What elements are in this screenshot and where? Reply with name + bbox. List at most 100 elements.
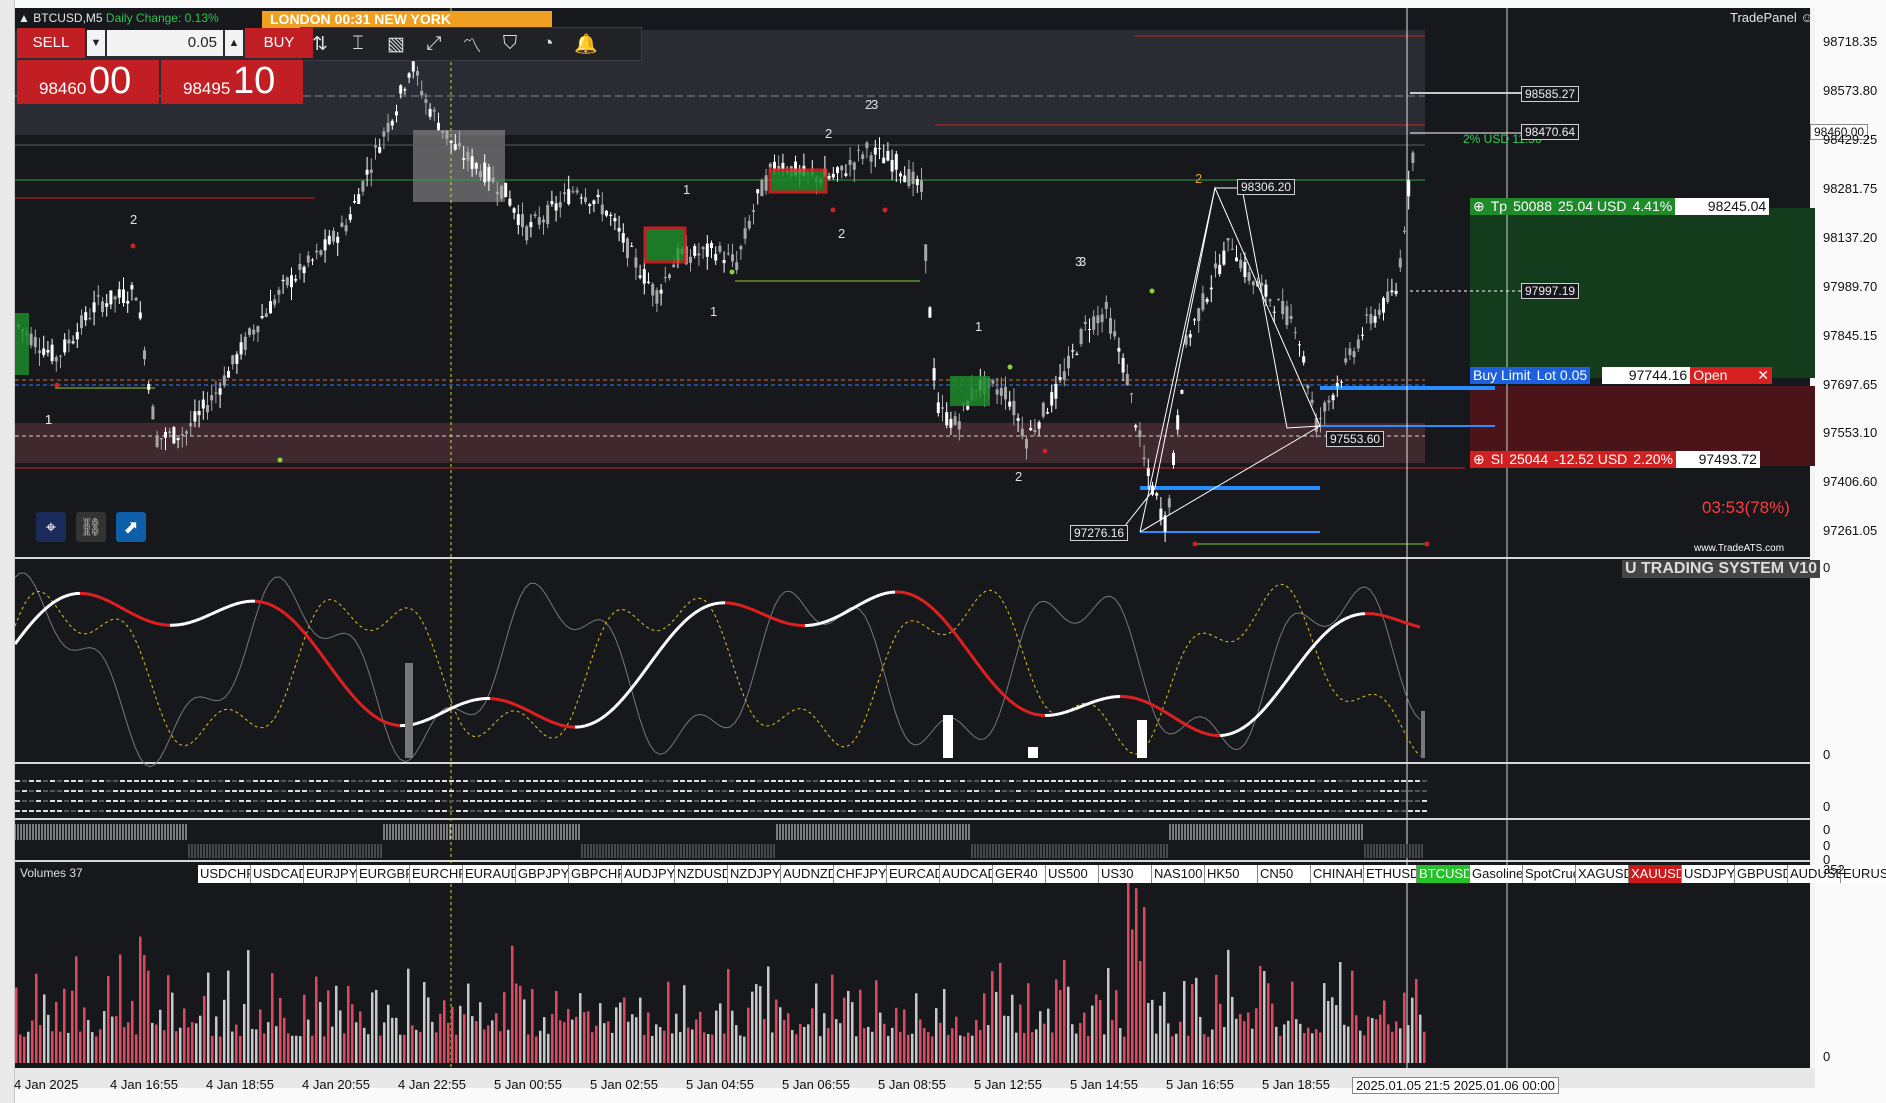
oscillator-main (709, 602, 716, 607)
symbol-tab-usdcad[interactable]: USDCAD (251, 865, 304, 883)
trend-icon[interactable]: ⤢ (415, 28, 453, 60)
symbol-tab-us500[interactable]: US500 (1046, 865, 1099, 883)
take-profit-line[interactable]: ⊕ Tp 50088 25.04 USD 4.41% 98245.04 (1470, 198, 1770, 215)
buy-limit-price[interactable]: 97744.16 (1602, 367, 1691, 384)
oscillator-main (1174, 716, 1181, 723)
symbol-tab-eurusd[interactable]: EURUSD (1841, 865, 1886, 883)
hatch-icon[interactable]: ▧ (377, 28, 415, 60)
symbol-tab-eurchf[interactable]: EURCHF (410, 865, 463, 883)
candle-body (1134, 425, 1138, 428)
symbol-tab-cn50[interactable]: CN50 (1258, 865, 1311, 883)
tradepanel-link[interactable]: TradePanel ☺ (1730, 10, 1814, 25)
sl-icon[interactable]: ⊕ (1470, 451, 1488, 468)
oscillator-main (589, 720, 596, 726)
oscillator-main (1029, 711, 1036, 716)
symbol-tab-eurcad[interactable]: EURCAD (887, 865, 940, 883)
symbol-tab-spotcrude[interactable]: SpotCrude (1523, 865, 1576, 883)
buy-price-button[interactable]: 98495 10 (161, 60, 303, 104)
zigzag-icon[interactable]: 〽 (453, 28, 491, 60)
symbol-tab-euraud[interactable]: EURAUD (463, 865, 516, 883)
symbol-tab-ethusd[interactable]: ETHUSD (1364, 865, 1417, 883)
signal-dot-row (1310, 790, 1315, 792)
symbol-tab-us30[interactable]: US30 (1099, 865, 1152, 883)
volume-bar (1083, 1012, 1086, 1063)
pie-icon[interactable]: ◔ (529, 28, 567, 60)
signal-dot-row (267, 790, 272, 792)
symbol-tab-btcusd[interactable]: BTCUSD (1417, 865, 1470, 883)
signal-dot-row (155, 780, 160, 782)
oscillator-main (1288, 668, 1297, 678)
symbol-tab-gbpusd[interactable]: GBPUSD (1735, 865, 1788, 883)
lot-input[interactable]: 0.05 (107, 30, 223, 56)
signal-dot-row (708, 780, 713, 782)
signal-dot-row (78, 780, 83, 782)
buy-limit-line[interactable]: Buy Limit Lot 0.05 97744.16 Open ✕ (1470, 367, 1772, 384)
volume-bar (347, 986, 350, 1063)
signal-dot-row (582, 800, 587, 802)
volume-bar (1287, 1020, 1290, 1063)
symbol-tab-chfjpy[interactable]: CHFJPY (834, 865, 887, 883)
sell-button[interactable]: SELL (17, 28, 85, 58)
symbol-tab-nas100[interactable]: NAS100 (1152, 865, 1205, 883)
open-button[interactable]: Open (1690, 367, 1755, 384)
ruler-icon[interactable]: ⌶ (339, 28, 377, 60)
candle-body (88, 318, 92, 320)
signal-dot-row (813, 810, 818, 812)
candle-body (1327, 400, 1331, 403)
symbol-tab-xauusd[interactable]: XAUUSD (1629, 865, 1682, 883)
lot-decrease-button[interactable]: ▼ (87, 30, 105, 56)
symbol-tab-gasoline[interactable]: Gasoline (1470, 865, 1523, 883)
symbol-tab-nzdusd[interactable]: NZDUSD (675, 865, 728, 883)
symbol-tab-gbpchf[interactable]: GBPCHF (569, 865, 622, 883)
candle-body (920, 180, 923, 192)
crosshair-icon[interactable]: ⌖ (36, 512, 66, 542)
symbol-tab-audnzd[interactable]: AUDNZD (781, 865, 834, 883)
oscillator-main (23, 623, 32, 632)
indicator-tick-label: 0 (1823, 1049, 1831, 1064)
tp-icon[interactable]: ⊕ (1470, 198, 1488, 215)
symbol-tab-usdjpy[interactable]: USDJPY (1682, 865, 1735, 883)
signal-dot-row (1114, 790, 1119, 792)
sell-price-button[interactable]: 98460 00 (17, 60, 159, 104)
signal-dot-row (1366, 810, 1371, 812)
volume-bar (675, 1013, 678, 1063)
oscillator-main (839, 611, 846, 617)
oscillator-bar (1137, 720, 1147, 758)
screenshot-icon[interactable]: ⬈ (116, 512, 146, 542)
volume-bar (1299, 1023, 1302, 1063)
signal-dot-row (358, 810, 363, 812)
symbol-tab-xagusd[interactable]: XAGUSD (1576, 865, 1629, 883)
shield-icon[interactable]: ⛉ (491, 28, 529, 60)
symbol-tab-audcad[interactable]: AUDCAD (940, 865, 993, 883)
symbol-tab-ger40[interactable]: GER40 (993, 865, 1046, 883)
symbol-tab-eurgbp[interactable]: EURGBP (357, 865, 410, 883)
buy-button[interactable]: BUY (245, 28, 313, 58)
link-icon[interactable]: ⛓ (76, 512, 106, 542)
symbol-tab-audjpy[interactable]: AUDJPY (622, 865, 675, 883)
symbol-tab-hk50[interactable]: HK50 (1205, 865, 1258, 883)
close-icon[interactable]: ✕ (1754, 367, 1772, 384)
signal-dot-row (1023, 800, 1028, 802)
tp-price[interactable]: 98245.04 (1675, 198, 1770, 215)
sl-price[interactable]: 97493.72 (1675, 451, 1760, 468)
volume-bar (1015, 1032, 1018, 1063)
volume-bar (283, 1017, 286, 1063)
stop-loss-line[interactable]: ⊕ Sl 25044 -12.52 USD 2.20% 97493.72 (1470, 451, 1760, 468)
chart-area[interactable]: 21312211231223 (15, 8, 1815, 1088)
symbol-tab-usdchf[interactable]: USDCHF (198, 865, 251, 883)
symbol-tab-gbpjpy[interactable]: GBPJPY (516, 865, 569, 883)
signal-dot-row (778, 780, 783, 782)
signal-dot-row (638, 780, 643, 782)
symbol-tab-nzdjpy[interactable]: NZDJPY (728, 865, 781, 883)
bell-icon[interactable]: 🔔 (567, 28, 605, 60)
signal-dot-row (99, 780, 104, 782)
symbol-tab-eurjpy[interactable]: EURJPY (304, 865, 357, 883)
signal-dot-row (904, 790, 909, 792)
volume-bar (1319, 1032, 1322, 1063)
candle-body (462, 158, 466, 160)
symbol-tab-chinah[interactable]: CHINAH (1311, 865, 1364, 883)
lot-increase-button[interactable]: ▲ (225, 30, 243, 56)
volume-bar (231, 1031, 234, 1063)
signal-dot-row (1079, 800, 1084, 802)
signal-dot-row (1226, 810, 1231, 812)
